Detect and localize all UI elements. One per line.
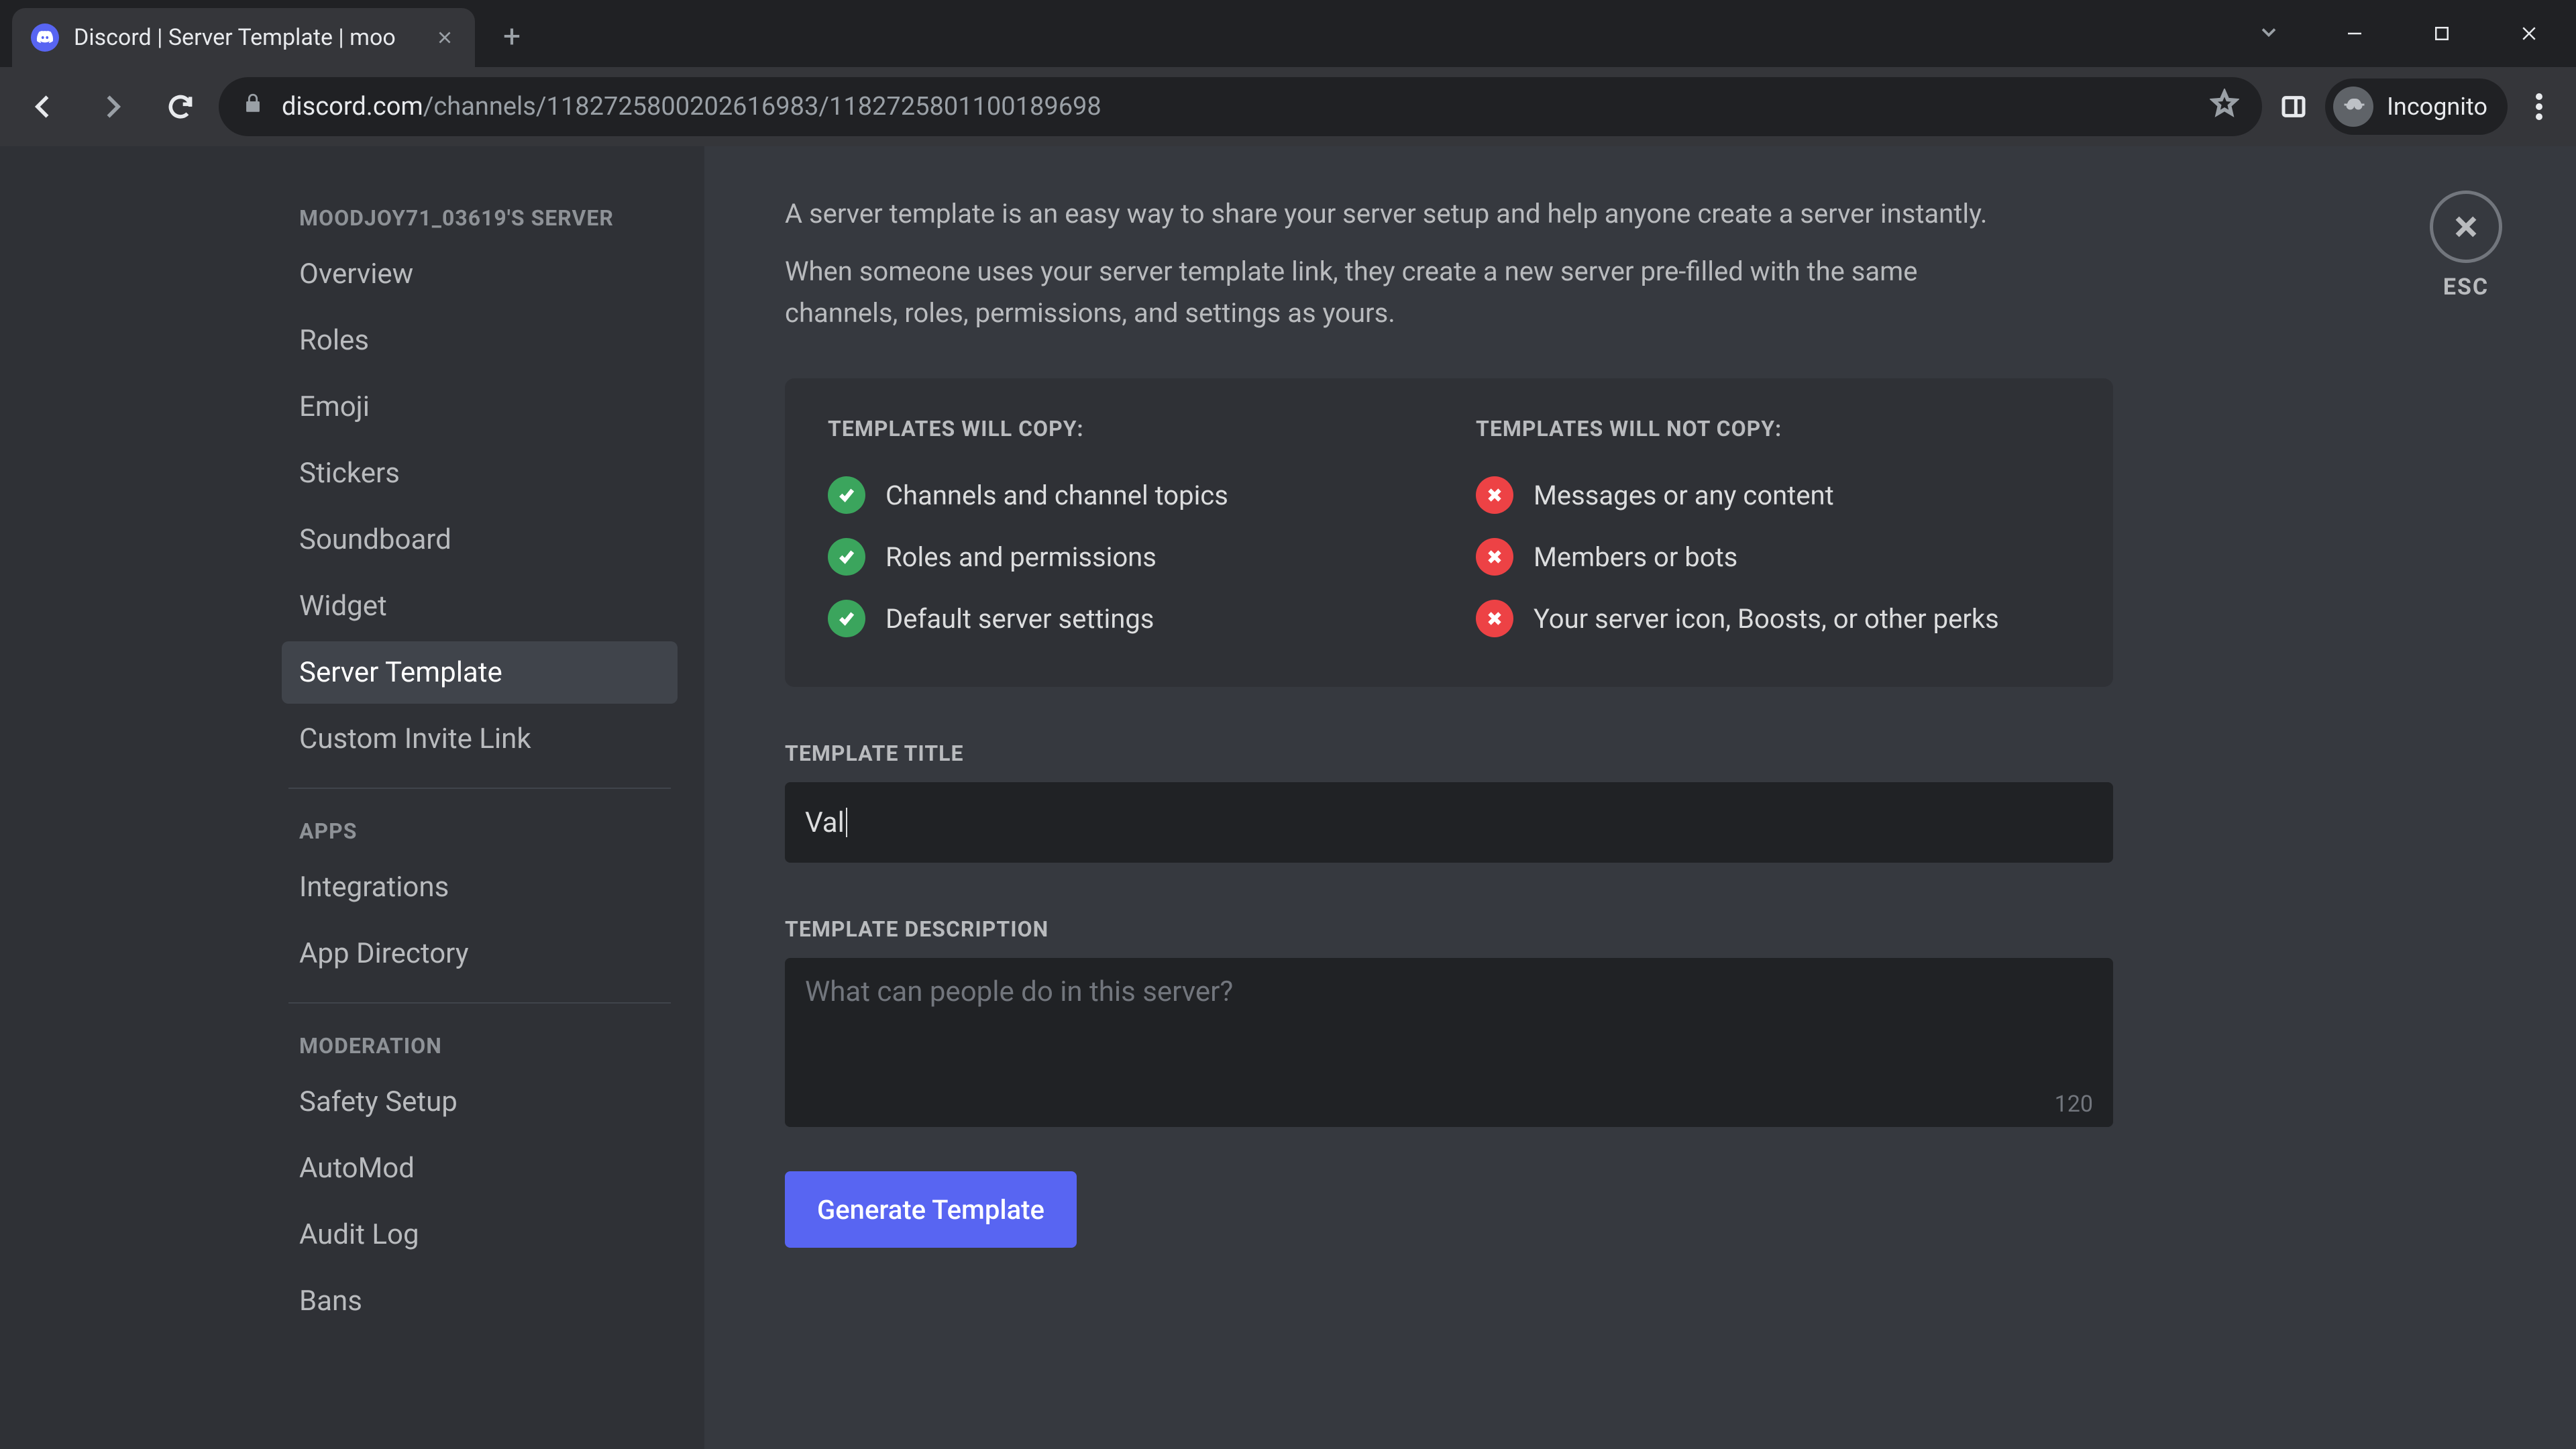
template-description-label: TEMPLATE DESCRIPTION: [785, 916, 2469, 942]
browser-tab-title: Discord | Server Template | moo: [74, 24, 419, 51]
window-maximize-button[interactable]: [2402, 7, 2482, 60]
sidebar-item-integrations[interactable]: Integrations: [282, 856, 678, 918]
nav-back-button[interactable]: [13, 76, 74, 137]
bookmark-star-icon[interactable]: [2210, 89, 2239, 125]
sidebar-item-safety-setup[interactable]: Safety Setup: [282, 1071, 678, 1133]
sidebar-item-soundboard[interactable]: Soundboard: [282, 508, 678, 571]
sidebar-item-bans[interactable]: Bans: [282, 1270, 678, 1332]
char-counter: 120: [2055, 1091, 2093, 1118]
url-text: discord.com/channels/1182725800202616983…: [282, 92, 2192, 121]
template-title-label: TEMPLATE TITLE: [785, 741, 2469, 766]
will-copy-row: Channels and channel topics: [828, 464, 1422, 526]
nav-reload-button[interactable]: [150, 76, 211, 137]
address-bar[interactable]: discord.com/channels/1182725800202616983…: [219, 77, 2262, 136]
template-title-input[interactable]: Val: [785, 782, 2113, 863]
settings-content: A server template is an easy way to shar…: [704, 146, 2576, 1449]
window-close-button[interactable]: [2489, 7, 2569, 60]
check-icon: [828, 538, 865, 576]
new-tab-button[interactable]: +: [488, 13, 535, 60]
wont-copy-row: Members or bots: [1476, 526, 2070, 588]
lock-icon: [241, 92, 264, 121]
tab-close-icon[interactable]: [433, 26, 456, 49]
profile-label: Incognito: [2387, 93, 2487, 121]
sidebar-item-roles[interactable]: Roles: [282, 309, 678, 372]
will-copy-heading: TEMPLATES WILL COPY:: [828, 416, 1422, 441]
text-caret: [846, 808, 847, 837]
incognito-profile-chip[interactable]: Incognito: [2325, 78, 2508, 135]
sidebar-item-automod[interactable]: AutoMod: [282, 1137, 678, 1199]
sidebar-item-stickers[interactable]: Stickers: [282, 442, 678, 504]
sidebar-item-server-template[interactable]: Server Template: [282, 641, 678, 704]
sidebar-item-custom-invite-link[interactable]: Custom Invite Link: [282, 708, 678, 770]
incognito-icon: [2333, 87, 2373, 127]
window-minimize-button[interactable]: [2314, 7, 2395, 60]
esc-label: ESC: [2443, 274, 2489, 301]
sidebar-item-overview[interactable]: Overview: [282, 243, 678, 305]
template-description-input[interactable]: [785, 958, 2113, 1127]
settings-sidebar: MOODJOY71_03619'S SERVER Overview Roles …: [0, 146, 704, 1449]
tabs-dropdown-icon[interactable]: [2230, 7, 2308, 60]
intro-line-1: A server template is an easy way to shar…: [785, 193, 2033, 235]
wont-copy-row: Your server icon, Boosts, or other perks: [1476, 588, 2070, 649]
nav-forward-button[interactable]: [82, 76, 142, 137]
generate-template-button[interactable]: Generate Template: [785, 1171, 1077, 1248]
x-icon: [1476, 476, 1513, 514]
wont-copy-row: Messages or any content: [1476, 464, 2070, 526]
browser-tab-active[interactable]: Discord | Server Template | moo: [12, 8, 475, 67]
x-icon: [1476, 538, 1513, 576]
close-settings-button[interactable]: [2430, 191, 2502, 263]
sidebar-item-app-directory[interactable]: App Directory: [282, 922, 678, 985]
check-icon: [828, 476, 865, 514]
panel-toggle-icon[interactable]: [2270, 83, 2317, 130]
discord-favicon: [31, 23, 59, 52]
sidebar-divider: [288, 788, 671, 789]
wont-copy-heading: TEMPLATES WILL NOT COPY:: [1476, 416, 2070, 441]
sidebar-item-emoji[interactable]: Emoji: [282, 376, 678, 438]
x-icon: [1476, 600, 1513, 637]
browser-tabstrip: Discord | Server Template | moo +: [0, 0, 2576, 67]
sidebar-server-name: MOODJOY71_03619'S SERVER: [282, 193, 678, 243]
sidebar-item-widget[interactable]: Widget: [282, 575, 678, 637]
sidebar-section-moderation: MODERATION: [282, 1021, 678, 1071]
intro-line-2: When someone uses your server template l…: [785, 251, 2033, 334]
copy-info-card: TEMPLATES WILL COPY: Channels and channe…: [785, 378, 2113, 687]
check-icon: [828, 600, 865, 637]
browser-toolbar: discord.com/channels/1182725800202616983…: [0, 67, 2576, 146]
will-copy-row: Default server settings: [828, 588, 1422, 649]
will-copy-row: Roles and permissions: [828, 526, 1422, 588]
sidebar-divider: [288, 1002, 671, 1004]
sidebar-item-audit-log[interactable]: Audit Log: [282, 1203, 678, 1266]
browser-menu-button[interactable]: [2516, 83, 2563, 130]
sidebar-section-apps: APPS: [282, 806, 678, 856]
